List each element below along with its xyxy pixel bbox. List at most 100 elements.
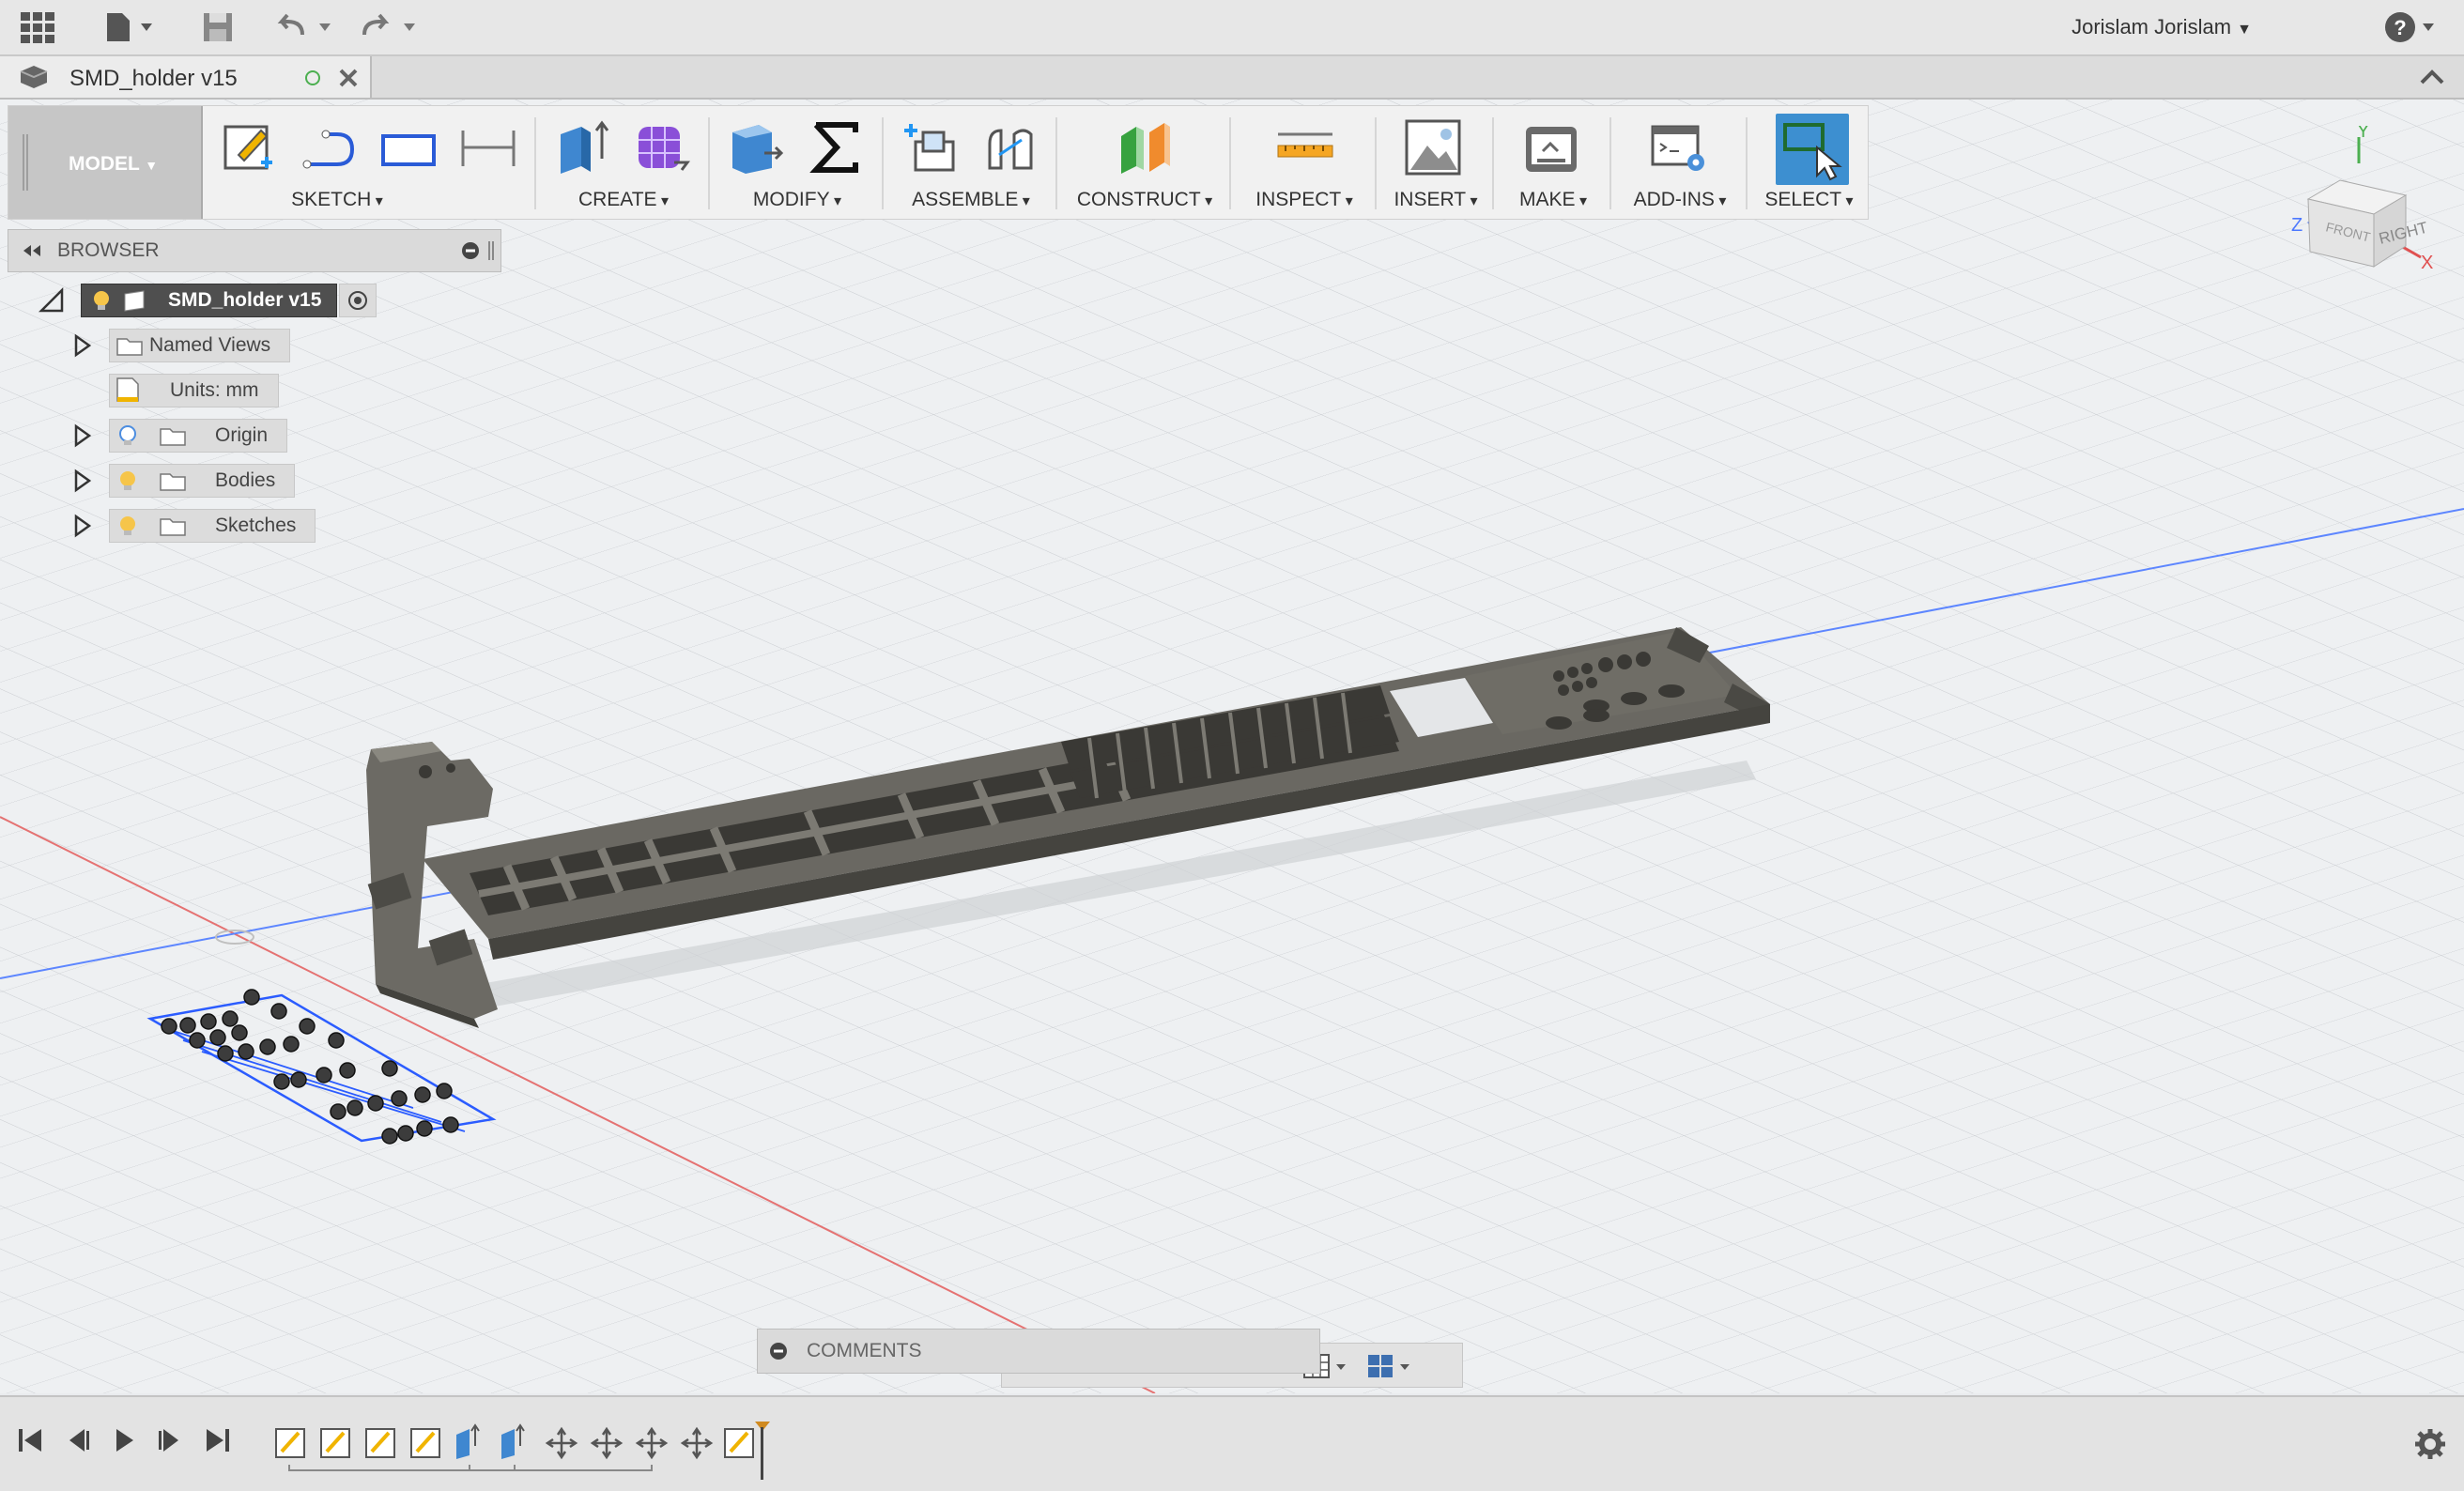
- expand-comments-icon[interactable]: [769, 1342, 788, 1360]
- select-menu[interactable]: SELECT: [1755, 189, 1863, 211]
- sketch-feature-icon[interactable]: [275, 1428, 305, 1458]
- lightbulb-icon[interactable]: [116, 514, 140, 538]
- sketches-node[interactable]: Sketches: [109, 509, 316, 543]
- user-account-menu[interactable]: Jorislam Jorislam ▼: [2071, 15, 2252, 39]
- line-tool-icon[interactable]: [300, 117, 358, 177]
- insert-image-icon[interactable]: [1405, 117, 1463, 177]
- sketch-menu[interactable]: SKETCH: [177, 189, 497, 211]
- minimize-browser-icon[interactable]: [461, 241, 480, 260]
- user-name: Jorislam Jorislam: [2071, 15, 2232, 38]
- view-cube[interactable]: Y Z X FRONT RIGHT: [2254, 126, 2451, 295]
- 3d-print-icon[interactable]: [1522, 117, 1580, 177]
- dimension-tool-icon[interactable]: [459, 117, 517, 177]
- new-component-icon[interactable]: [901, 117, 959, 177]
- extrude-feature-icon[interactable]: [501, 1423, 525, 1459]
- app-grid-icon[interactable]: [17, 8, 58, 47]
- browser-grip-icon[interactable]: [487, 241, 495, 260]
- units-label: Units: mm: [170, 379, 259, 401]
- browser-root-row[interactable]: SMD_holder v15: [38, 284, 377, 317]
- construct-menu[interactable]: CONSTRUCT: [1065, 189, 1224, 211]
- joint-icon[interactable]: [980, 117, 1039, 177]
- save-icon[interactable]: [197, 8, 239, 47]
- add-ins-menu[interactable]: ADD-INS: [1619, 189, 1741, 211]
- toolbar-grip-icon: [23, 134, 28, 191]
- go-to-end-icon[interactable]: [203, 1425, 233, 1455]
- lightbulb-off-icon[interactable]: [116, 423, 140, 448]
- workspace-label: MODEL ▼: [69, 153, 159, 175]
- axis-z-label: Z: [2291, 215, 2302, 236]
- lightbulb-icon[interactable]: [116, 469, 140, 493]
- scripts-addins-icon[interactable]: [1651, 117, 1709, 177]
- sigma-parameters-icon[interactable]: [807, 117, 865, 177]
- sketch-feature-icon[interactable]: [320, 1428, 350, 1458]
- browser-item-bodies[interactable]: Bodies: [73, 464, 296, 498]
- expand-triangle-icon[interactable]: [73, 423, 92, 448]
- offset-plane-icon[interactable]: [1116, 117, 1174, 177]
- activate-component-button[interactable]: [339, 284, 377, 317]
- step-back-icon[interactable]: [62, 1425, 92, 1455]
- inspect-menu[interactable]: INSPECT: [1239, 189, 1370, 211]
- document-tab[interactable]: SMD_holder v15: [0, 56, 372, 98]
- create-menu[interactable]: CREATE: [544, 189, 703, 211]
- folder-icon: [160, 518, 186, 536]
- sketch-feature-icon[interactable]: [410, 1428, 440, 1458]
- named-views-node[interactable]: Named Views: [109, 329, 291, 362]
- browser-item-origin[interactable]: Origin: [73, 419, 288, 453]
- workspace-switcher[interactable]: MODEL ▼: [8, 106, 203, 219]
- named-views-label: Named Views: [149, 334, 271, 356]
- make-menu[interactable]: MAKE: [1502, 189, 1605, 211]
- press-pull-icon[interactable]: [727, 117, 785, 177]
- undo-icon[interactable]: [272, 8, 338, 47]
- close-tab-icon[interactable]: [338, 68, 359, 88]
- sketch-group: SKETCH: [210, 106, 530, 219]
- sketch-feature-icon[interactable]: [724, 1428, 754, 1458]
- help-button[interactable]: ?: [2383, 8, 2440, 47]
- grid-settings-icon[interactable]: [1366, 1353, 1413, 1379]
- expanded-triangle-icon[interactable]: [38, 286, 66, 315]
- units-node[interactable]: Units: mm: [109, 374, 279, 407]
- expand-triangle-icon[interactable]: [73, 469, 92, 493]
- browser-item-sketches[interactable]: Sketches: [73, 509, 316, 543]
- root-component-node[interactable]: SMD_holder v15: [81, 284, 338, 317]
- move-feature-icon[interactable]: [680, 1426, 714, 1460]
- move-feature-icon[interactable]: [635, 1426, 669, 1460]
- origin-node[interactable]: Origin: [109, 419, 288, 453]
- select-tool-icon[interactable]: [1776, 114, 1849, 185]
- move-feature-icon[interactable]: [590, 1426, 624, 1460]
- folder-icon: [160, 473, 186, 491]
- go-to-start-icon[interactable]: [15, 1425, 45, 1455]
- create-group: CREATE: [544, 106, 703, 219]
- sketch-feature-icon[interactable]: [365, 1428, 395, 1458]
- browser-item-named-views[interactable]: Named Views: [73, 329, 291, 362]
- step-forward-icon[interactable]: [156, 1425, 186, 1455]
- extrude-icon[interactable]: [553, 117, 611, 177]
- extrude-feature-icon[interactable]: [456, 1423, 480, 1459]
- insert-menu[interactable]: INSERT: [1384, 189, 1487, 211]
- move-feature-icon[interactable]: [545, 1426, 578, 1460]
- rectangle-tool-icon[interactable]: [379, 117, 438, 177]
- insert-group: INSERT: [1384, 106, 1487, 219]
- timeline-settings-gear-icon[interactable]: [2413, 1427, 2447, 1461]
- lightbulb-icon[interactable]: [89, 288, 114, 313]
- measure-icon[interactable]: [1276, 117, 1334, 177]
- modify-group: MODIFY: [717, 106, 877, 219]
- toolbar-divider: [708, 117, 710, 209]
- collapse-toolbar-icon[interactable]: [2419, 66, 2445, 88]
- assemble-menu[interactable]: ASSEMBLE: [891, 189, 1051, 211]
- timeline-feature-track[interactable]: [272, 1418, 779, 1483]
- root-component-label: SMD_holder v15: [168, 289, 322, 311]
- saved-status-icon: [305, 70, 320, 85]
- expand-triangle-icon[interactable]: [73, 333, 92, 358]
- timeline-marker[interactable]: [755, 1422, 770, 1480]
- redo-icon[interactable]: [357, 8, 423, 47]
- form-tool-icon[interactable]: [633, 117, 691, 177]
- browser-panel: BROWSER: [8, 229, 501, 272]
- expand-triangle-icon[interactable]: [73, 514, 92, 538]
- collapse-browser-icon[interactable]: [18, 243, 46, 258]
- modify-menu[interactable]: MODIFY: [717, 189, 877, 211]
- browser-item-units[interactable]: Units: mm: [109, 374, 279, 407]
- bodies-node[interactable]: Bodies: [109, 464, 296, 498]
- play-icon[interactable]: [109, 1425, 139, 1455]
- file-menu-icon[interactable]: [98, 8, 158, 47]
- create-sketch-icon[interactable]: [220, 117, 278, 177]
